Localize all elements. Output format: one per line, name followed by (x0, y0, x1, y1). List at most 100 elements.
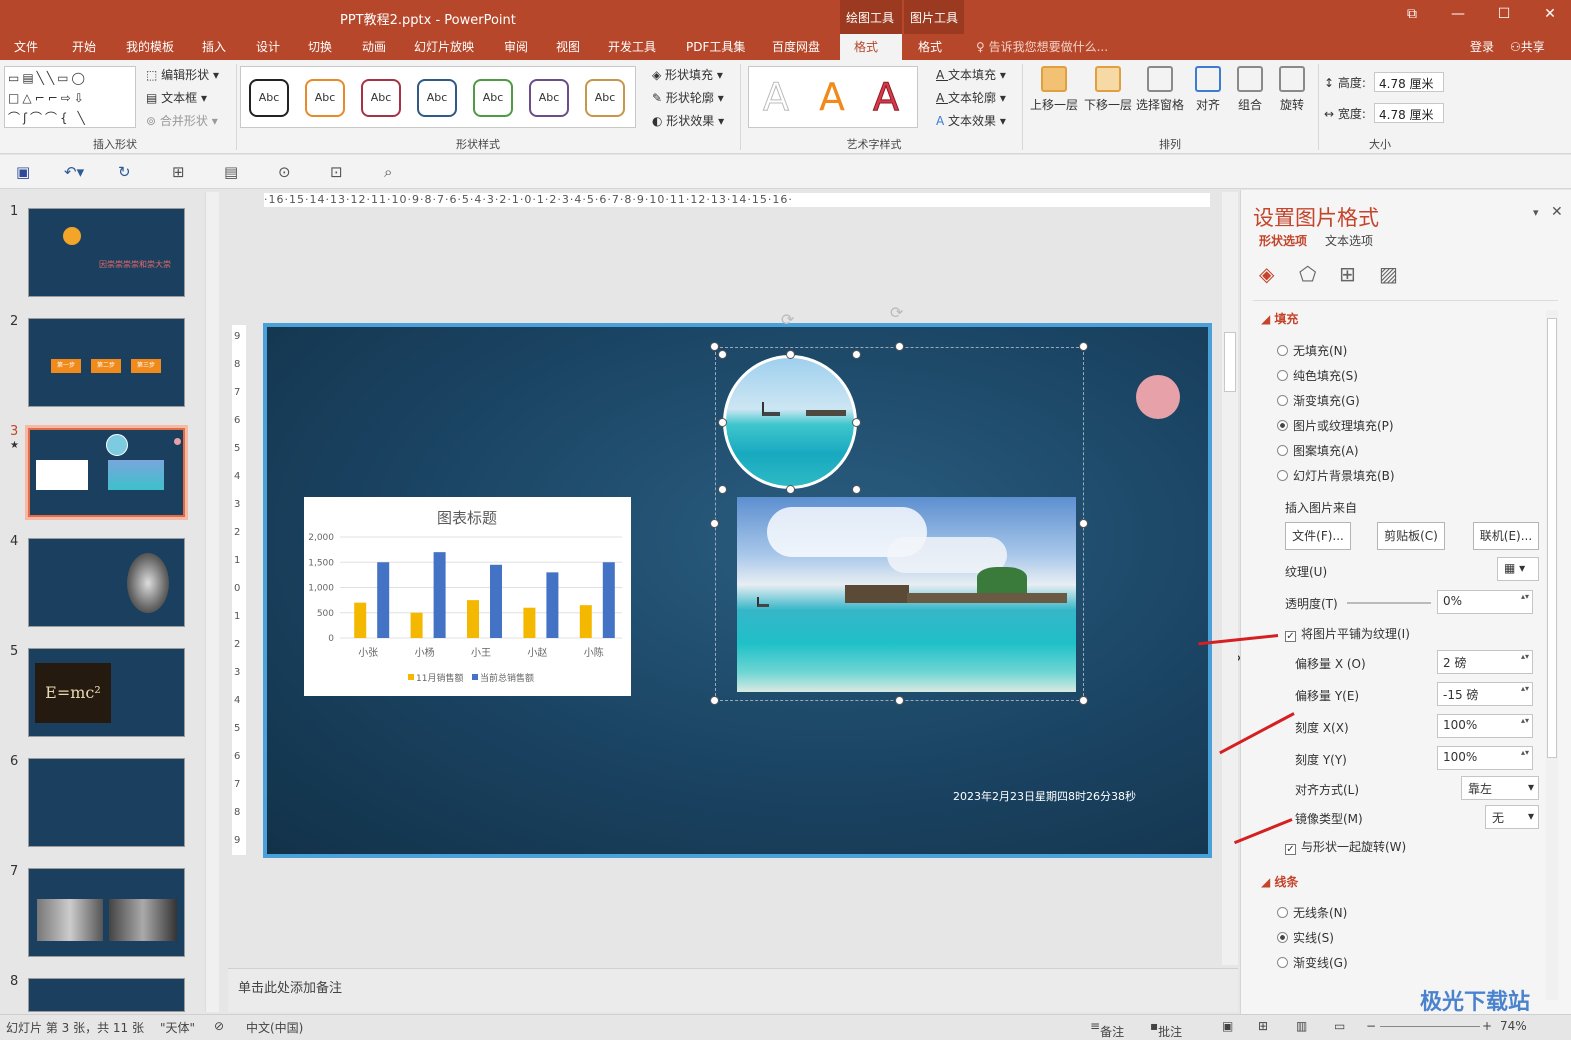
resize-handle[interactable] (895, 696, 904, 705)
slide-thumbnail-7[interactable] (28, 868, 185, 957)
language-status[interactable]: 中文(中国) (246, 1019, 303, 1036)
size-properties-icon[interactable]: ⊞ (1339, 262, 1356, 286)
radio-solid-fill[interactable]: 纯色填充(S) (1277, 367, 1358, 384)
shape-style-5[interactable]: Abc (473, 79, 513, 117)
tab-baidu-disk[interactable]: 百度网盘 (772, 38, 820, 55)
tab-animations[interactable]: 动画 (362, 38, 386, 55)
tab-text-options[interactable]: 文本选项 (1325, 232, 1373, 249)
radio-no-fill[interactable]: 无填充(N) (1277, 342, 1347, 359)
tab-developer[interactable]: 开发工具 (608, 38, 656, 55)
reading-view-icon[interactable]: ▥ (1296, 1019, 1307, 1033)
slide-thumbnail-1[interactable]: 因崇崇崇崇和崇大崇 (28, 208, 185, 297)
shape-style-3[interactable]: Abc (361, 79, 401, 117)
present-icon[interactable]: ⊙ (278, 163, 291, 181)
present-current-icon[interactable]: ⊡ (330, 163, 343, 181)
resize-handle[interactable] (710, 519, 719, 528)
texture-dropdown[interactable]: ▦ ▾ (1497, 557, 1539, 581)
spellcheck-icon[interactable]: ⊘ (214, 1019, 224, 1033)
tab-format-drawing[interactable]: 格式 (840, 34, 902, 60)
edit-shape-button[interactable]: ⬚ 编辑形状 ▾ (146, 66, 219, 83)
new-slide-icon[interactable]: ⊞ (172, 163, 185, 181)
tile-picture-checkbox[interactable]: ✓ 将图片平铺为纹理(I) (1285, 625, 1410, 642)
pane-close-icon[interactable]: ✕ (1551, 204, 1563, 220)
resize-handle[interactable] (1079, 519, 1088, 528)
picture-icon[interactable]: ▨ (1379, 262, 1398, 286)
shape-style-7[interactable]: Abc (585, 79, 625, 117)
zoom-in-icon[interactable]: + (1482, 1019, 1492, 1033)
resize-handle[interactable] (852, 350, 861, 359)
radio-gradient-fill[interactable]: 渐变填充(G) (1277, 392, 1360, 409)
resize-handle[interactable] (895, 342, 904, 351)
radio-picture-fill[interactable]: 图片或纹理填充(P) (1277, 417, 1394, 434)
resize-handle[interactable] (786, 350, 795, 359)
tab-slideshow[interactable]: 幻灯片放映 (414, 38, 474, 55)
redo-icon[interactable]: ↻ (118, 163, 131, 181)
tab-format-picture[interactable]: 格式 (918, 38, 942, 55)
rotate-handle-icon[interactable]: ⟳ (890, 303, 903, 322)
bring-forward-button[interactable]: 上移一层 (1028, 66, 1080, 113)
resize-handle[interactable] (852, 418, 861, 427)
pane-options-icon[interactable]: ▾ (1533, 206, 1539, 219)
wordart-style-2[interactable]: A (819, 75, 845, 119)
slide-thumbnail-3[interactable] (25, 425, 188, 520)
tab-home[interactable]: 开始 (72, 38, 96, 55)
slide-thumbnail-6[interactable] (28, 758, 185, 847)
resize-handle[interactable] (710, 342, 719, 351)
notes-pane[interactable]: 单击此处添加备注 (228, 968, 1238, 1012)
scale-y-input[interactable]: 100% (1437, 746, 1533, 770)
resize-handle[interactable] (718, 418, 727, 427)
slide-thumbnail-8[interactable] (28, 978, 185, 1012)
scroll-thumb[interactable] (1224, 332, 1236, 392)
notes-toggle[interactable]: ≡ 备注 (1090, 1019, 1124, 1039)
slide-vertical-scrollbar[interactable] (1222, 192, 1238, 965)
pane-scroll-thumb[interactable] (1547, 318, 1557, 758)
shape-effect-button[interactable]: ◐ 形状效果 ▾ (652, 112, 724, 129)
online-button[interactable]: 联机(E)... (1473, 522, 1539, 550)
resize-handle[interactable] (1079, 342, 1088, 351)
slide-thumbnail-4[interactable] (28, 538, 185, 627)
radio-solid-line[interactable]: 实线(S) (1277, 929, 1334, 946)
chart-object[interactable]: 图表标题 2,000 1,500 1,000 500 0 小张 小杨 小王 小赵 小陈 11月销售额 当… (304, 497, 631, 696)
offset-x-input[interactable]: 2 磅 (1437, 650, 1533, 674)
tab-transitions[interactable]: 切换 (308, 38, 332, 55)
shape-style-1[interactable]: Abc (249, 79, 289, 117)
tell-me-search[interactable]: ♀ 告诉我您想要做什么... (976, 38, 1108, 55)
wordart-gallery[interactable]: A A A (748, 66, 918, 128)
selection-pane-button[interactable]: 选择窗格 (1134, 66, 1186, 113)
resize-handle[interactable] (1079, 696, 1088, 705)
zoom-slider[interactable] (1380, 1026, 1480, 1027)
login-link[interactable]: 登录 (1470, 38, 1494, 55)
wordart-style-1[interactable]: A (763, 75, 790, 120)
resize-handle[interactable] (718, 485, 727, 494)
wordart-style-3[interactable]: A (873, 75, 900, 120)
shape-style-6[interactable]: Abc (529, 79, 569, 117)
undo-icon[interactable]: ↶▾ (64, 163, 84, 181)
send-backward-button[interactable]: 下移一层 (1082, 66, 1134, 113)
thumbnail-scrollbar[interactable] (205, 192, 219, 1012)
comments-toggle[interactable]: ▪ 批注 (1150, 1019, 1182, 1039)
slide-thumbnail-5[interactable]: E=mc² (28, 648, 185, 737)
clipboard-button[interactable]: 剪贴板(C) (1377, 522, 1445, 550)
slideshow-view-icon[interactable]: ▭ (1334, 1019, 1345, 1033)
text-outline-button[interactable]: A 文本轮廓 ▾ (936, 89, 1006, 106)
section-fill[interactable]: ◢ 填充 (1261, 310, 1298, 327)
circle-picture[interactable] (723, 355, 857, 489)
slide-date-text[interactable]: 2023年2月23日星期四8时26分38秒 (953, 788, 1136, 804)
resize-handle[interactable] (852, 485, 861, 494)
radio-gradient-line[interactable]: 渐变线(G) (1277, 954, 1348, 971)
tab-insert[interactable]: 插入 (202, 38, 226, 55)
tab-pdf-tools[interactable]: PDF工具集 (686, 38, 745, 55)
section-line[interactable]: ◢ 线条 (1261, 873, 1298, 890)
rotate-with-shape-checkbox[interactable]: ✓ 与形状一起旋转(W) (1285, 838, 1406, 855)
radio-no-line[interactable]: 无线条(N) (1277, 904, 1347, 921)
alignment-dropdown[interactable]: 靠左 ▾ (1461, 776, 1539, 800)
height-input[interactable]: 4.78 厘米 (1374, 72, 1444, 92)
minimize-icon[interactable]: — (1448, 6, 1468, 22)
tab-review[interactable]: 审阅 (504, 38, 528, 55)
align-button[interactable]: 对齐 (1190, 66, 1226, 113)
zoom-out-icon[interactable]: − (1366, 1019, 1376, 1033)
rotate-button[interactable]: 旋转 (1274, 66, 1310, 113)
tab-file[interactable]: 文件 (14, 38, 38, 55)
tab-my-templates[interactable]: 我的模板 (126, 38, 174, 55)
group-button[interactable]: 组合 (1232, 66, 1268, 113)
